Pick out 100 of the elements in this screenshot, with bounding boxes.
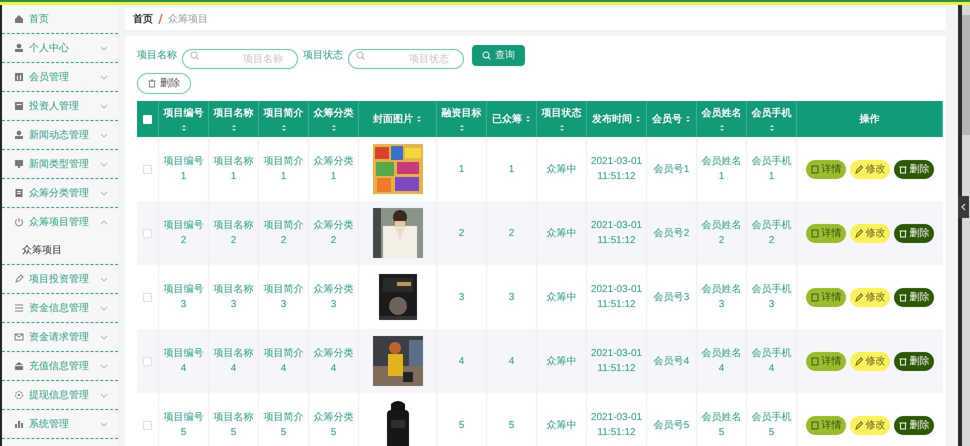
table-cell-text: 项目简介1 <box>262 155 304 184</box>
detail-button[interactable]: 详情 <box>806 160 846 178</box>
sidebar-item[interactable]: 个人中心 <box>2 34 118 62</box>
detail-button[interactable]: 详情 <box>806 352 846 370</box>
column-header[interactable]: 项目状态 <box>542 106 582 121</box>
table-cell-text: 众筹中 <box>546 354 576 368</box>
table-cell-text: 众筹中 <box>546 418 576 432</box>
table-cell-text: 项目简介3 <box>262 283 304 312</box>
sidebar-item[interactable]: 充值信息管理 <box>2 352 118 380</box>
delete-button[interactable]: 删除 <box>894 288 934 306</box>
table-cell-text: 会员姓名1 <box>700 155 742 184</box>
table-cell-text: 众筹分类5 <box>312 410 354 440</box>
column-header[interactable]: 项目名称 <box>214 106 254 121</box>
table-cell-text: 众筹中 <box>546 226 576 240</box>
edit-button[interactable]: 修改 <box>850 224 890 242</box>
table-cell-text: 项目简介5 <box>262 411 304 440</box>
sidebar-item[interactable]: 首页 <box>2 5 118 33</box>
delete-button[interactable]: 删除 <box>894 352 934 370</box>
table-cell-text: 会员手机1 <box>750 154 792 184</box>
table-cell-text: 项目简介4 <box>262 347 304 376</box>
table-cell-text: 项目编号1 <box>162 154 204 184</box>
table-cell-text: 会员手机3 <box>750 282 792 312</box>
delete-button[interactable]: 删除 <box>894 416 934 434</box>
sidebar-item[interactable]: 众筹分类管理 <box>2 179 118 207</box>
table-cell-text: 会员姓名4 <box>700 347 742 376</box>
table-cell-text: 2021-03-01 11:51:12 <box>590 411 644 440</box>
column-header[interactable]: 融资目标 <box>442 106 482 121</box>
table-cell-text: 1 <box>458 162 464 176</box>
sidebar-item[interactable]: 系统管理 <box>2 410 118 438</box>
search-button[interactable]: 查询 <box>472 45 525 66</box>
table-cell-text: 项目简介2 <box>262 219 304 248</box>
table-cell-text: 众筹分类3 <box>312 282 354 312</box>
table-cell-text: 会员号4 <box>654 354 690 368</box>
table-cell-text: 项目编号4 <box>162 346 204 376</box>
edit-button[interactable]: 修改 <box>850 352 890 370</box>
sidebar-item[interactable]: 众筹项目管理 <box>2 208 118 236</box>
table-cell-text: 5 <box>458 418 464 432</box>
column-header: 操作 <box>860 112 880 126</box>
table-cell-text: 项目编号2 <box>162 218 204 248</box>
table-cell-text: 3 <box>458 290 464 304</box>
search-field[interactable]: 项目名称 <box>182 49 298 69</box>
detail-button[interactable]: 详情 <box>806 288 846 306</box>
edit-button[interactable]: 修改 <box>850 288 890 306</box>
table-cell-text: 众筹分类1 <box>312 154 354 184</box>
table-cell-text: 1 <box>508 162 514 176</box>
table-cell-text: 会员手机5 <box>750 410 792 440</box>
column-header[interactable]: 已众筹 <box>492 112 522 126</box>
sidebar-item[interactable]: 投资人管理 <box>2 92 118 120</box>
sidebar-item[interactable]: 资金信息管理 <box>2 294 118 322</box>
table-cell-text: 3 <box>508 290 514 304</box>
sidebar-item[interactable]: 项目投资管理 <box>2 265 118 293</box>
detail-button[interactable]: 详情 <box>806 416 846 434</box>
edit-button[interactable]: 修改 <box>850 416 890 434</box>
column-header[interactable]: 会员号 <box>652 112 682 126</box>
column-header[interactable]: 会员手机 <box>752 106 792 121</box>
table-cell-text: 会员手机4 <box>750 346 792 376</box>
table-cell-text: 项目名称5 <box>212 411 254 440</box>
table-cell-text: 项目名称1 <box>212 155 254 184</box>
field-label: 项目状态 <box>303 48 343 63</box>
table-cell-text: 会员姓名3 <box>700 283 742 312</box>
column-header[interactable]: 项目编号 <box>164 106 204 121</box>
column-header[interactable]: 发布时间 <box>592 112 632 126</box>
table-cell-text: 会员号3 <box>654 290 690 304</box>
table-cell-text: 5 <box>508 418 514 432</box>
column-header[interactable]: 封面图片 <box>373 112 413 126</box>
sidebar-item[interactable]: 提现信息管理 <box>2 381 118 409</box>
sidebar-item[interactable]: 资金请求管理 <box>2 323 118 351</box>
table-cell-text: 众筹中 <box>546 162 576 176</box>
delete-button[interactable]: 删除 <box>137 73 191 94</box>
table-cell-text: 会员号1 <box>654 162 690 176</box>
column-header[interactable]: 项目简介 <box>264 106 304 121</box>
sidebar-item[interactable]: 新闻动态管理 <box>2 121 118 149</box>
table-cell-text: 项目名称4 <box>212 347 254 376</box>
search-field[interactable]: 项目状态 <box>348 49 464 69</box>
column-header[interactable]: 会员姓名 <box>702 106 742 121</box>
table-cell-text: 众筹分类2 <box>312 218 354 248</box>
table-cell-text: 会员姓名2 <box>700 219 742 248</box>
table-cell-text: 项目名称2 <box>212 219 254 248</box>
detail-button[interactable]: 详情 <box>806 224 846 242</box>
table-cell-text: 会员手机2 <box>750 218 792 248</box>
sidebar-subitem[interactable]: 众筹项目 <box>2 236 118 264</box>
table-cell-text: 2021-03-01 11:51:12 <box>590 219 644 248</box>
table-cell-text: 项目编号3 <box>162 282 204 312</box>
edit-button[interactable]: 修改 <box>850 160 890 178</box>
column-header[interactable]: 众筹分类 <box>314 106 354 121</box>
table-cell-text: 会员号5 <box>654 418 690 432</box>
table-cell-text: 2 <box>458 226 464 240</box>
delete-button[interactable]: 删除 <box>894 224 934 242</box>
sidebar-item[interactable]: 新闻类型管理 <box>2 150 118 178</box>
table-cell-text: 会员姓名5 <box>700 411 742 440</box>
delete-button[interactable]: 删除 <box>894 160 934 178</box>
table-cell-text: 项目编号5 <box>162 410 204 440</box>
table-cell-text: 2 <box>508 226 514 240</box>
table-cell-text: 项目名称3 <box>212 283 254 312</box>
sidebar-item[interactable]: 会员管理 <box>2 63 118 91</box>
table-cell-text: 4 <box>458 354 464 368</box>
table-cell-text: 会员号2 <box>654 226 690 240</box>
table-cell-text: 众筹中 <box>546 290 576 304</box>
breadcrumb-link[interactable]: 首页 <box>133 12 153 26</box>
table-cell-text: 2021-03-01 11:51:12 <box>590 283 644 312</box>
